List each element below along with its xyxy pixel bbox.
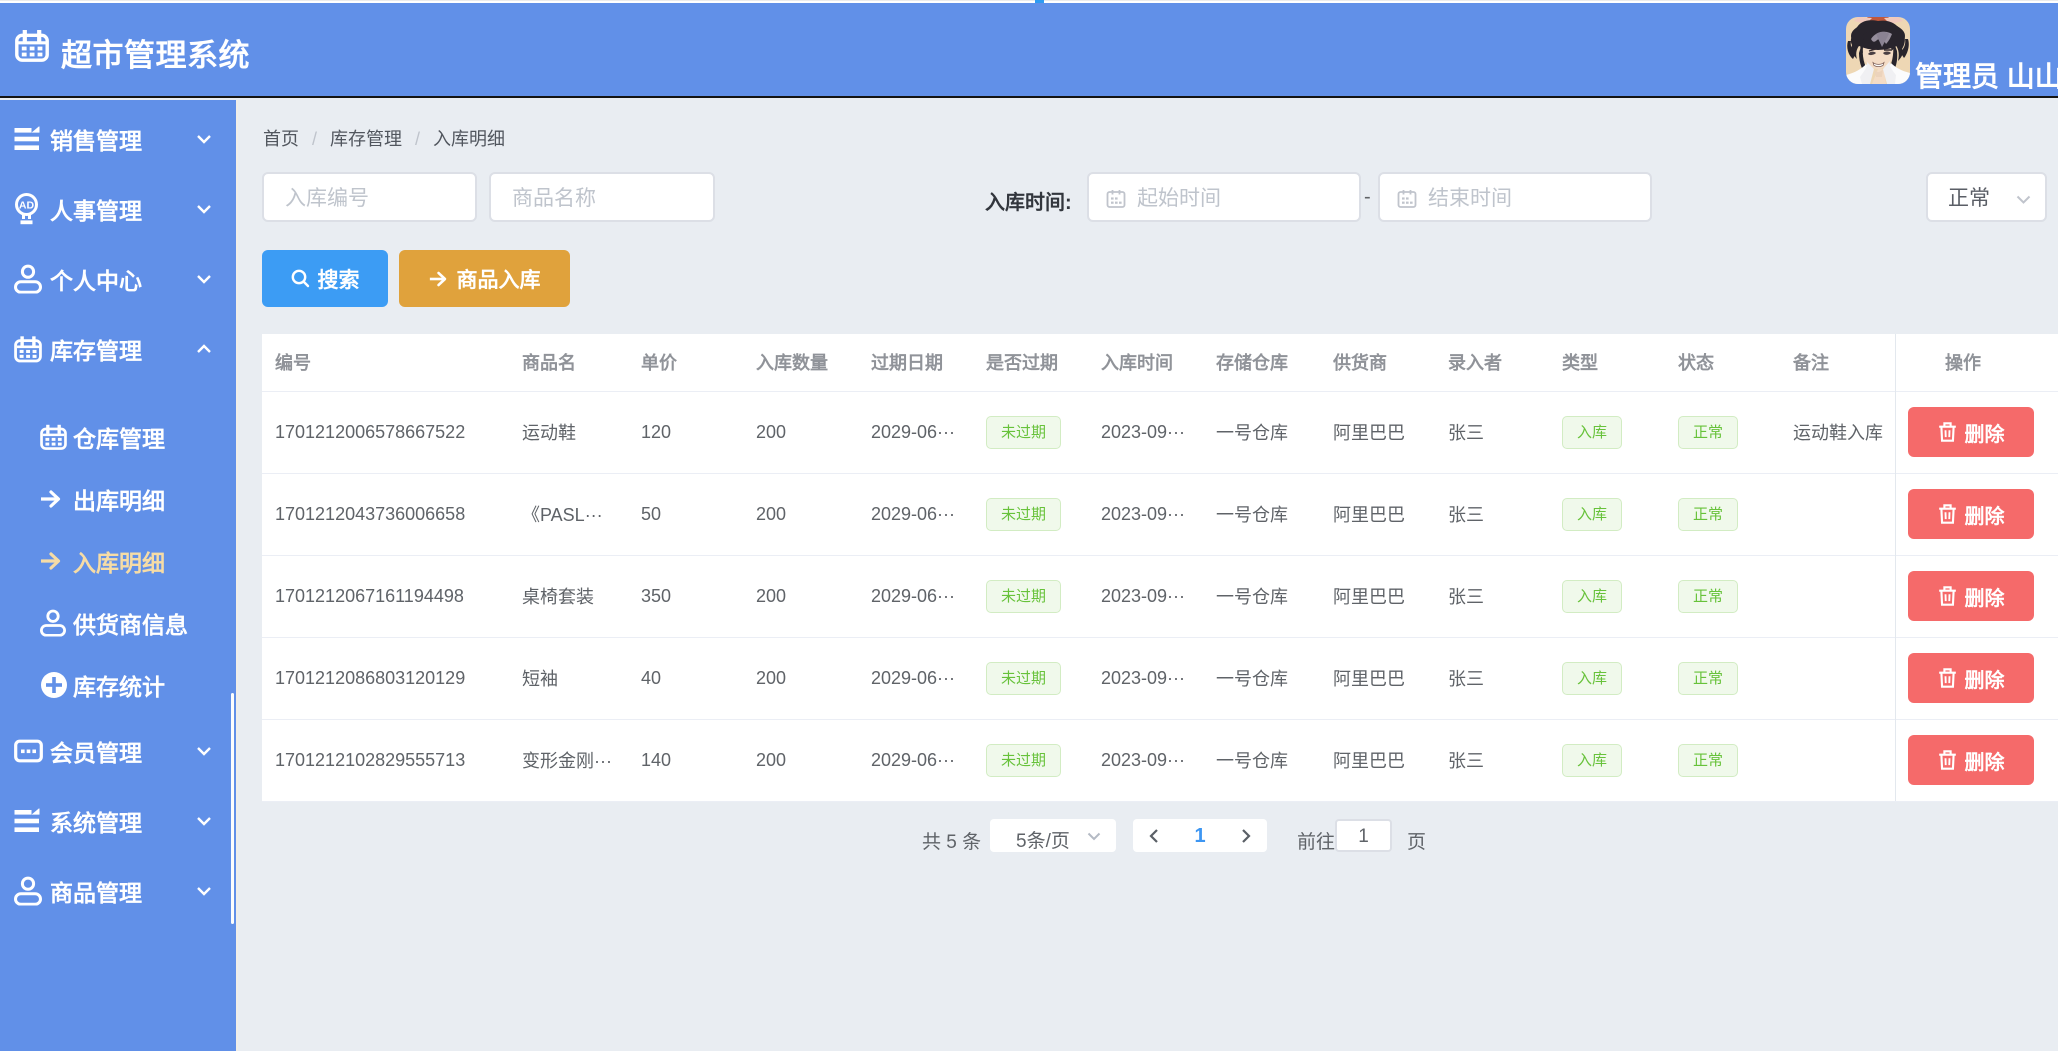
svg-text:AD: AD — [19, 200, 35, 212]
